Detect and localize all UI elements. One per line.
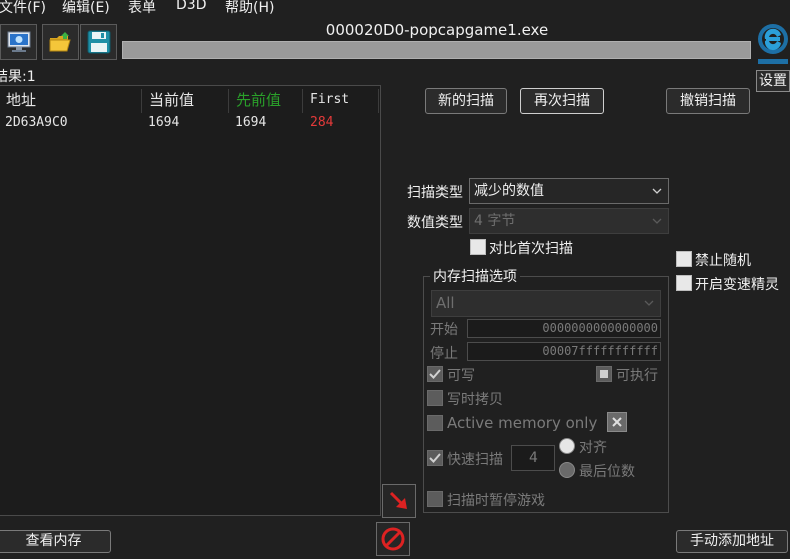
pause-game-label: 扫描时暂停游戏 bbox=[447, 493, 545, 509]
undo-scan-button[interactable]: 撤销扫描 bbox=[666, 88, 750, 114]
column-header-first[interactable]: First bbox=[304, 89, 379, 113]
menu-bar: 文件(F) 编辑(E) 表单 D3D 帮助(H) bbox=[0, 0, 790, 18]
menu-help[interactable]: 帮助(H) bbox=[225, 0, 274, 17]
scan-progress-bar bbox=[122, 41, 751, 59]
compare-first-checkbox[interactable] bbox=[470, 239, 486, 255]
save-button[interactable] bbox=[80, 24, 117, 60]
computer-monitor-icon bbox=[7, 31, 31, 52]
column-header-address[interactable]: 地址 bbox=[0, 89, 142, 113]
align-radio[interactable] bbox=[559, 438, 575, 454]
disable-random-checkbox[interactable] bbox=[676, 251, 692, 267]
memory-region-select[interactable]: All bbox=[431, 290, 661, 317]
cheat-engine-logo[interactable] bbox=[755, 19, 790, 68]
menu-edit[interactable]: 编辑(E) bbox=[62, 0, 110, 17]
chevron-down-icon bbox=[644, 300, 654, 306]
open-file-button[interactable] bbox=[42, 24, 79, 60]
chevron-down-icon bbox=[652, 218, 662, 224]
active-memory-clear-button[interactable] bbox=[607, 412, 627, 432]
value-type-value: 4 字节 bbox=[474, 213, 516, 229]
stop-address-field[interactable]: 00007fffffffffff bbox=[467, 342, 661, 361]
open-process-button[interactable] bbox=[0, 24, 37, 60]
column-header-previous[interactable]: 先前值 bbox=[230, 89, 303, 113]
active-memory-label: Active memory only bbox=[447, 414, 598, 432]
writable-label: 可写 bbox=[447, 368, 475, 384]
column-header-current[interactable]: 当前值 bbox=[143, 89, 229, 113]
row-first-value: 284 bbox=[310, 115, 334, 130]
process-title: 000020D0-popcapgame1.exe bbox=[325, 21, 549, 39]
next-scan-button[interactable]: 再次扫描 bbox=[520, 88, 604, 114]
scan-type-select[interactable]: 减少的数值 bbox=[469, 178, 669, 204]
disable-random-label: 禁止随机 bbox=[695, 253, 751, 269]
row-previous-value: 1694 bbox=[235, 115, 267, 130]
last-digits-label: 最后位数 bbox=[579, 464, 635, 480]
chevron-down-icon bbox=[652, 188, 662, 194]
compare-first-label: 对比首次扫描 bbox=[489, 241, 573, 257]
value-type-select[interactable]: 4 字节 bbox=[469, 208, 669, 234]
close-icon bbox=[612, 417, 622, 427]
executable-label: 可执行 bbox=[616, 368, 658, 384]
add-to-list-button[interactable] bbox=[382, 484, 416, 518]
speedhack-checkbox[interactable] bbox=[676, 275, 692, 291]
start-address-field[interactable]: 0000000000000000 bbox=[467, 319, 661, 338]
row-current-value: 1694 bbox=[148, 115, 180, 130]
folder-open-icon bbox=[49, 32, 71, 52]
memory-scan-options-title: 内存扫描选项 bbox=[430, 266, 520, 286]
no-entry-icon bbox=[381, 527, 405, 551]
memory-region-value: All bbox=[436, 294, 455, 312]
red-arrow-icon bbox=[389, 491, 407, 509]
fast-scan-label: 快速扫描 bbox=[447, 452, 503, 468]
copy-on-write-label: 写时拷贝 bbox=[447, 392, 503, 408]
pause-game-checkbox[interactable] bbox=[427, 491, 443, 507]
value-type-label: 数值类型 bbox=[407, 215, 463, 231]
add-address-manually-button[interactable]: 手动添加地址 bbox=[676, 530, 788, 553]
settings-button[interactable]: 设置 bbox=[756, 70, 790, 92]
menu-table[interactable]: 表单 bbox=[128, 0, 156, 17]
start-address-label: 开始 bbox=[430, 322, 458, 338]
floppy-disk-icon bbox=[87, 30, 111, 54]
menu-file[interactable]: 文件(F) bbox=[0, 0, 46, 17]
scan-type-label: 扫描类型 bbox=[407, 185, 463, 201]
writable-checkbox[interactable] bbox=[427, 366, 443, 382]
last-digits-radio[interactable] bbox=[559, 462, 575, 478]
results-count: 结果:1 bbox=[0, 69, 36, 85]
executable-checkbox[interactable] bbox=[596, 366, 612, 382]
memory-view-button[interactable]: 查看内存 bbox=[0, 530, 111, 553]
menu-d3d[interactable]: D3D bbox=[176, 0, 206, 13]
stop-scan-button[interactable] bbox=[376, 522, 410, 556]
stop-address-label: 停止 bbox=[430, 346, 458, 362]
align-label: 对齐 bbox=[579, 440, 607, 456]
results-list[interactable]: 地址 当前值 先前值 First 2D63A9C0 1694 1694 284 bbox=[0, 85, 381, 516]
fast-scan-checkbox[interactable] bbox=[427, 450, 443, 466]
speedhack-label: 开启变速精灵 bbox=[695, 277, 779, 293]
fast-scan-alignment-field[interactable]: 4 bbox=[511, 445, 555, 471]
checkmark-icon bbox=[429, 453, 441, 463]
new-scan-button[interactable]: 新的扫描 bbox=[425, 88, 507, 114]
copy-on-write-checkbox[interactable] bbox=[427, 390, 443, 406]
row-address: 2D63A9C0 bbox=[5, 115, 68, 130]
checkmark-icon bbox=[429, 369, 441, 379]
active-memory-checkbox[interactable] bbox=[427, 415, 443, 431]
scan-type-value: 减少的数值 bbox=[474, 183, 544, 199]
